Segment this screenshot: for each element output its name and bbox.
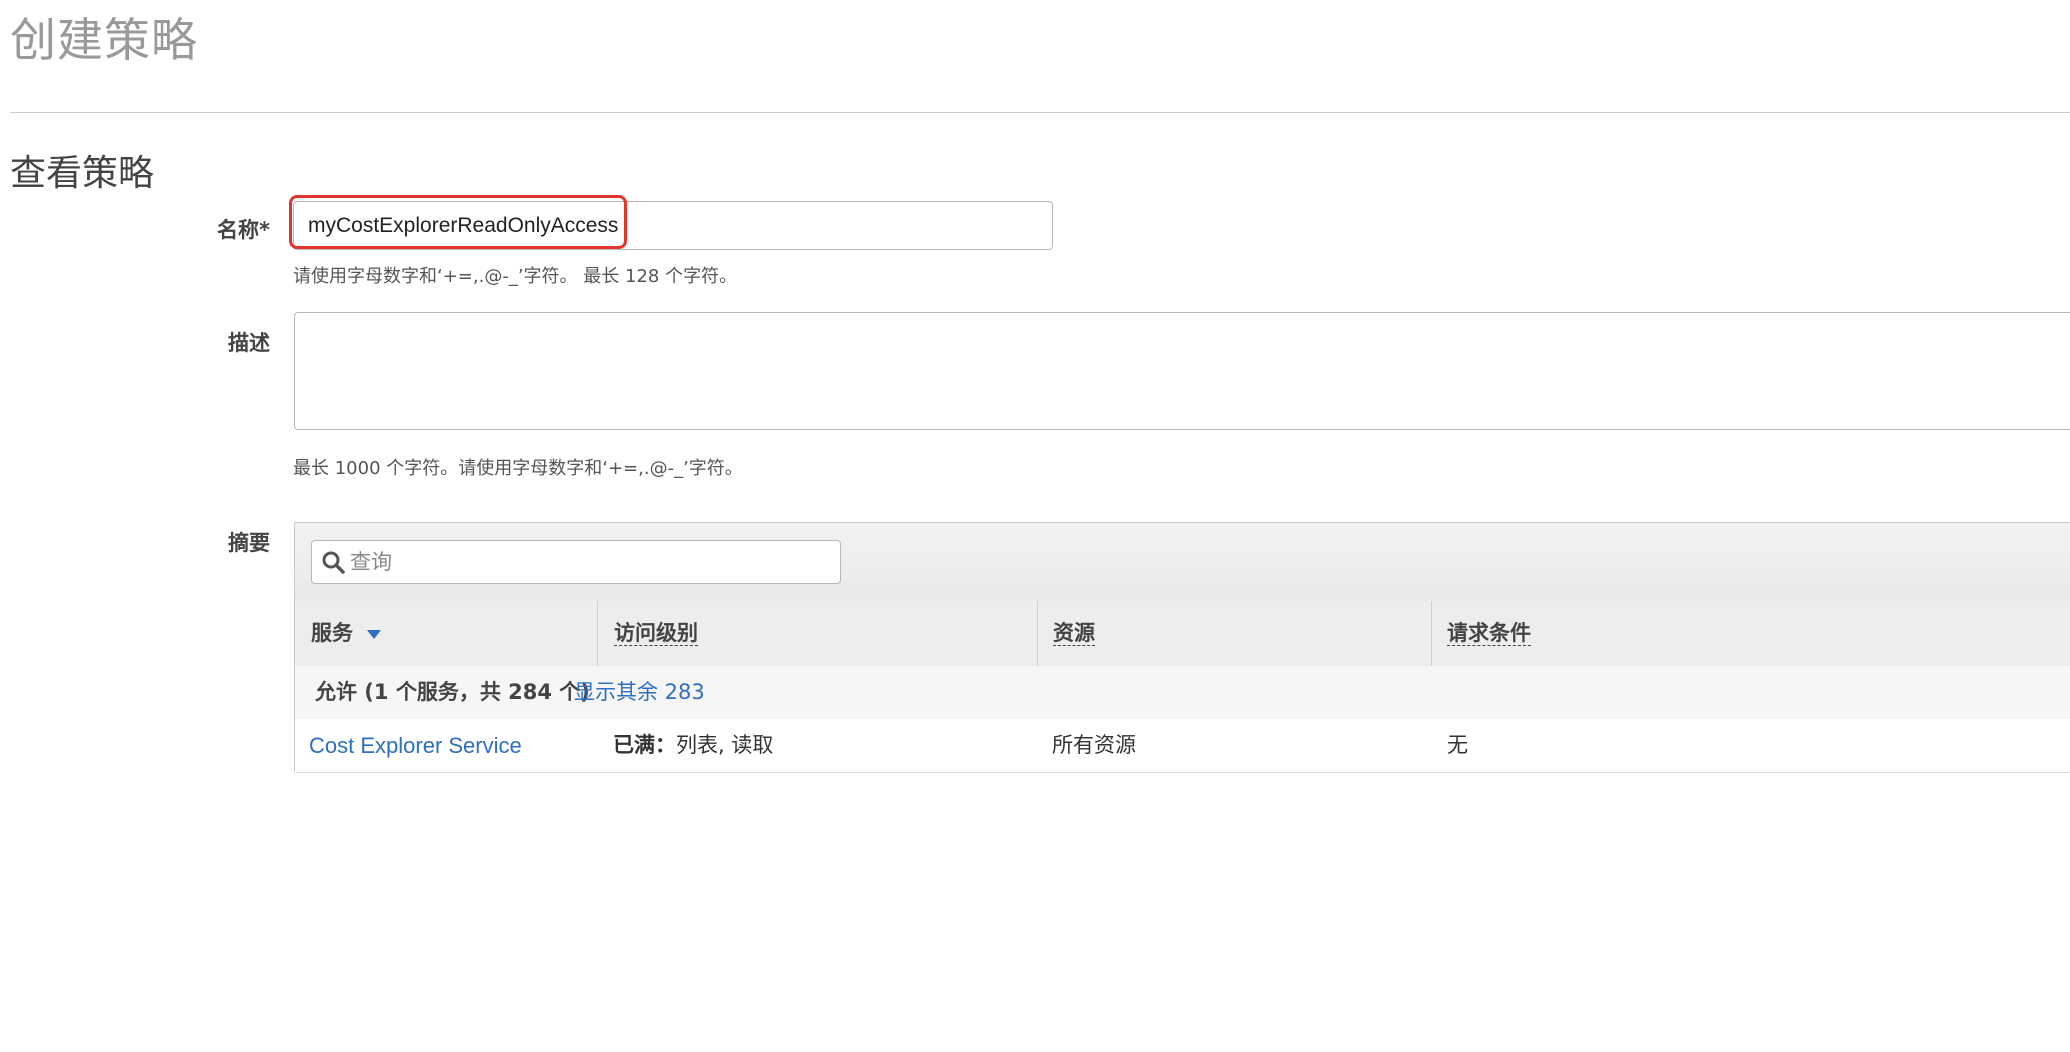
description-textarea[interactable]	[294, 312, 2070, 430]
summary-label: 摘要	[228, 531, 270, 555]
request-condition-cell: 无	[1447, 733, 1468, 757]
table-header: 服务 访问级别 资源 请求条件	[295, 601, 2070, 667]
name-label: 名称*	[217, 218, 270, 242]
title-divider	[10, 112, 2070, 113]
description-hint: 最长 1000 个字符。请使用字母数字和‘+=,.@-_’字符。	[293, 458, 743, 479]
search-input[interactable]: 查询	[311, 540, 841, 584]
description-label: 描述	[228, 331, 270, 355]
column-divider	[1431, 601, 1432, 666]
column-divider	[597, 601, 598, 666]
policy-name-input[interactable]: myCostExplorerReadOnlyAccess	[293, 201, 1053, 250]
search-icon	[322, 551, 345, 574]
column-header-resource-label: 资源	[1053, 621, 1095, 646]
resource-cell: 所有资源	[1052, 733, 1136, 757]
column-header-access-level[interactable]: 访问级别	[614, 601, 698, 666]
column-header-request-condition-label: 请求条件	[1447, 621, 1531, 646]
summary-table: 查询 服务 访问级别 资源 请求条件 允许 (1 个服务，共 284 个) 显示…	[294, 522, 2070, 773]
column-header-service[interactable]: 服务	[311, 601, 381, 666]
policy-name-value: myCostExplorerReadOnlyAccess	[308, 214, 619, 237]
summary-toolbar: 查询	[295, 523, 2070, 602]
group-row-allow: 允许 (1 个服务，共 284 个) 显示其余 283	[295, 666, 2070, 720]
access-level-value: 列表, 读取	[676, 733, 774, 757]
search-placeholder: 查询	[350, 550, 392, 574]
page-title: 创建策略	[10, 13, 198, 67]
section-title: 查看策略	[10, 153, 155, 194]
column-header-access-level-label: 访问级别	[614, 621, 698, 646]
show-remaining-link[interactable]: 显示其余 283	[574, 666, 705, 719]
access-level-prefix: 已满：	[613, 733, 676, 757]
sort-desc-icon[interactable]	[367, 629, 381, 639]
group-summary-text: 允许 (1 个服务，共 284 个)	[315, 680, 590, 704]
access-level-cell: 已满：列表, 读取	[613, 719, 773, 772]
name-hint: 请使用字母数字和‘+=,.@-_’字符。 最长 128 个字符。	[293, 266, 738, 287]
column-header-resource[interactable]: 资源	[1053, 601, 1095, 666]
table-row: Cost Explorer Service 已满：列表, 读取 所有资源 无	[295, 719, 2070, 773]
column-header-request-condition[interactable]: 请求条件	[1447, 601, 1531, 666]
column-divider	[1037, 601, 1038, 666]
service-link[interactable]: Cost Explorer Service	[309, 719, 522, 772]
column-header-service-label: 服务	[311, 621, 353, 645]
